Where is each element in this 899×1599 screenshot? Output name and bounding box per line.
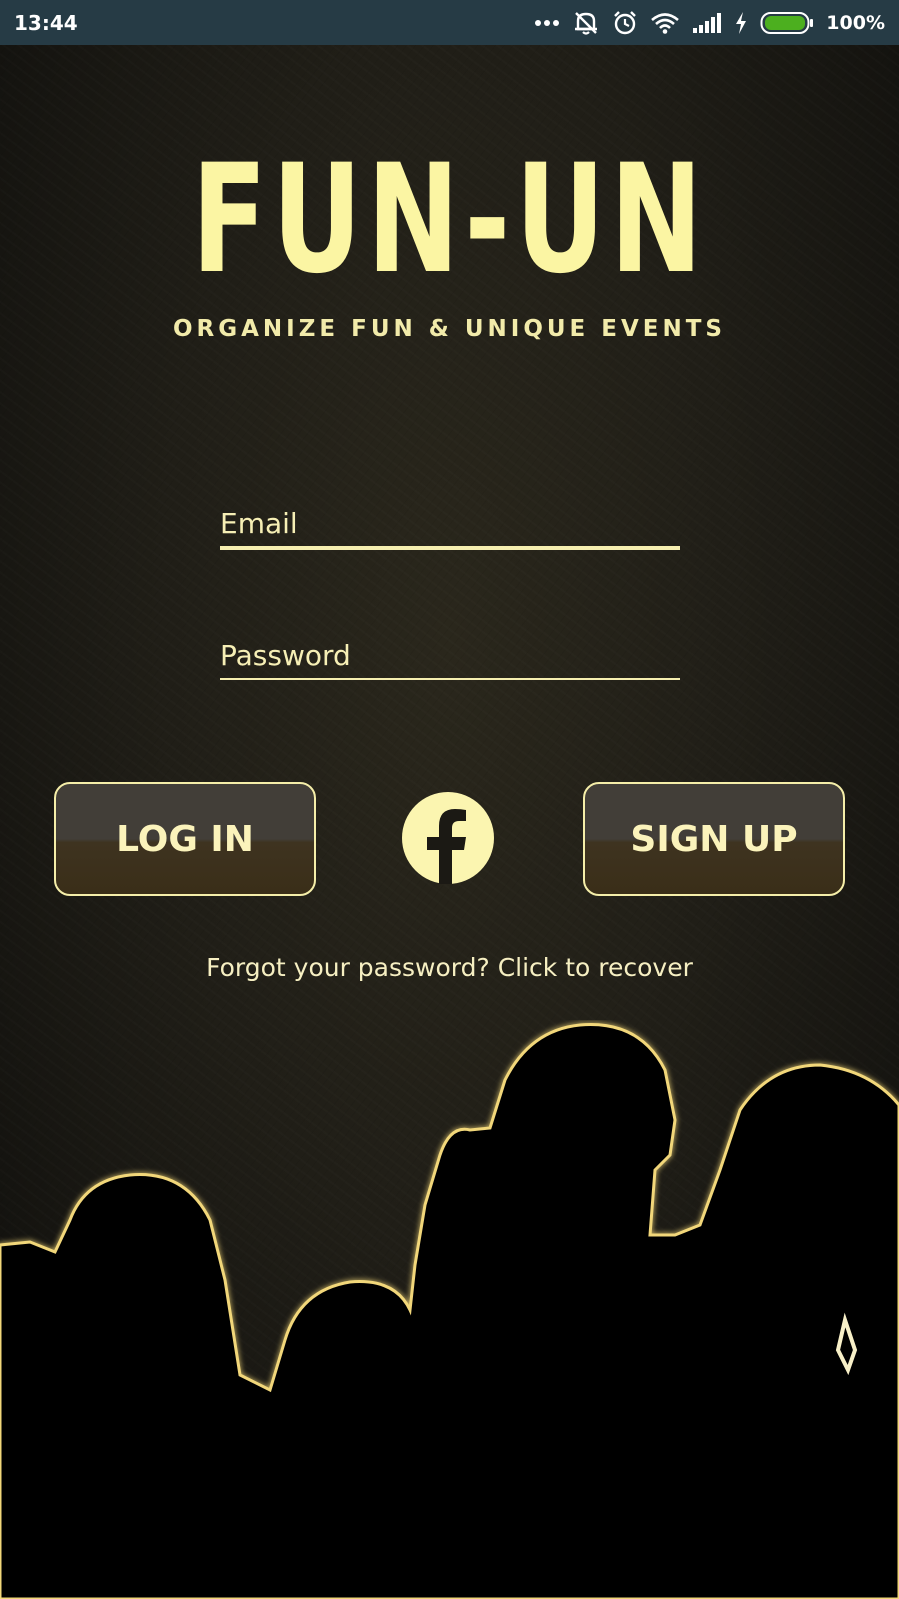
facebook-icon xyxy=(402,792,494,884)
app-logo: FUN-UN xyxy=(191,133,708,307)
login-screen: 13:44 100% FUN-UN ORGANIZE FUN & UNIQUE … xyxy=(0,0,899,1599)
wifi-icon xyxy=(650,12,680,34)
signup-button-label: SIGN UP xyxy=(630,818,798,860)
vibrate-icon xyxy=(572,10,600,36)
email-field[interactable] xyxy=(220,500,680,550)
charging-icon xyxy=(734,11,748,35)
status-icons: 100% xyxy=(534,10,885,36)
status-time: 13:44 xyxy=(14,10,78,35)
crowd-silhouette-image xyxy=(0,1023,899,1599)
battery-percentage: 100% xyxy=(826,11,885,34)
signal-icon xyxy=(692,12,722,34)
login-button-label: LOG IN xyxy=(116,818,254,860)
more-dots-icon xyxy=(534,19,560,27)
battery-icon xyxy=(760,11,814,35)
signup-button[interactable]: SIGN UP xyxy=(583,782,845,896)
facebook-login-button[interactable] xyxy=(402,792,494,884)
password-field[interactable] xyxy=(220,632,680,680)
app-tagline: ORGANIZE FUN & UNIQUE EVENTS xyxy=(172,316,726,342)
forgot-password-link[interactable]: Forgot your password? Click to recover xyxy=(0,953,899,982)
login-button[interactable]: LOG IN xyxy=(54,782,316,896)
alarm-icon xyxy=(612,10,638,36)
status-bar: 13:44 100% xyxy=(0,0,899,45)
